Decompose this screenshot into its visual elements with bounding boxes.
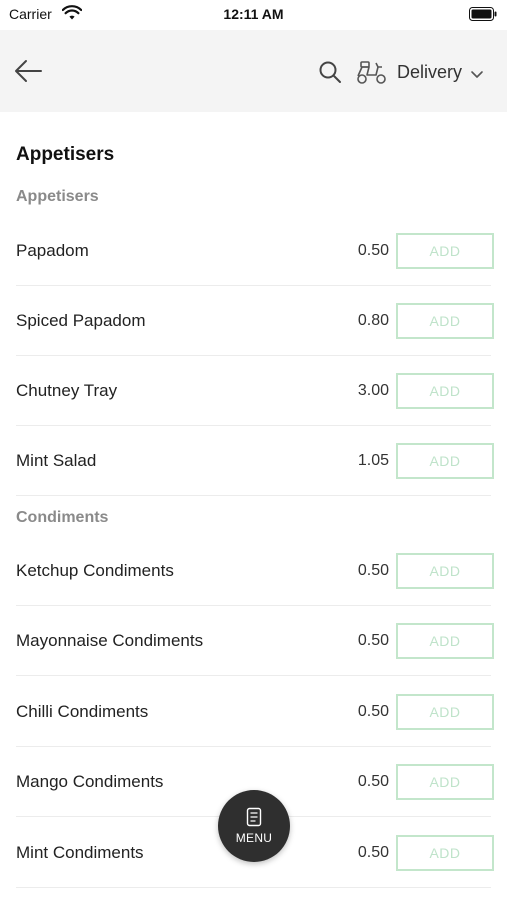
delivery-label: Delivery <box>397 61 463 82</box>
item-price: 1.05 <box>357 452 389 469</box>
menu-item-row: Mayonnaise Condiments 0.50 ADD <box>16 606 494 676</box>
status-bar: Carrier 12:11 AM <box>0 0 507 30</box>
nav-bar: Delivery <box>0 30 507 112</box>
item-name: Papadom <box>16 241 89 260</box>
menu-item-row: Ketchup Condiments 0.50 ADD <box>16 536 494 606</box>
section-heading-condiments: Condiments <box>16 509 109 526</box>
add-button[interactable]: ADD <box>396 694 494 730</box>
item-name: Mint Condiments <box>16 843 144 862</box>
add-button[interactable]: ADD <box>396 373 494 409</box>
item-name: Chutney Tray <box>16 381 118 400</box>
menu-item-row: Chutney Tray 3.00 ADD <box>16 356 494 426</box>
add-button[interactable]: ADD <box>396 623 494 659</box>
item-price: 0.50 <box>357 562 389 579</box>
add-button[interactable]: ADD <box>396 835 494 871</box>
add-button[interactable]: ADD <box>396 553 494 589</box>
page-title: Appetisers <box>16 144 115 165</box>
scooter-icon <box>356 59 388 85</box>
battery-icon <box>469 7 497 26</box>
item-name: Ketchup Condiments <box>16 561 174 580</box>
item-price: 0.50 <box>357 242 389 259</box>
delivery-mode-selector[interactable]: Delivery <box>356 56 484 88</box>
add-button[interactable]: ADD <box>396 233 494 269</box>
item-name: Mayonnaise Condiments <box>16 631 204 650</box>
menu-item-row: Papadom 0.50 ADD <box>16 216 494 286</box>
divider <box>16 675 491 676</box>
menu-fab-label: MENU <box>235 831 273 845</box>
item-price: 0.50 <box>357 773 389 790</box>
item-name: Mango Condiments <box>16 772 164 791</box>
divider <box>16 887 491 888</box>
section-heading-appetisers: Appetisers <box>16 188 99 205</box>
search-icon[interactable] <box>318 60 342 84</box>
item-price: 0.50 <box>357 844 389 861</box>
menu-item-row: Mint Salad 1.05 ADD <box>16 426 494 496</box>
menu-card-icon <box>246 807 262 827</box>
divider <box>16 495 491 496</box>
item-name: Spiced Papadom <box>16 311 146 330</box>
item-name: Mint Salad <box>16 451 97 470</box>
item-price: 3.00 <box>357 382 389 399</box>
menu-fab-button[interactable]: MENU <box>218 790 290 862</box>
add-button[interactable]: ADD <box>396 764 494 800</box>
item-price: 0.50 <box>357 632 389 649</box>
menu-item-row: Chilli Condiments 0.50 ADD <box>16 677 494 747</box>
item-name: Chilli Condiments <box>16 702 149 721</box>
chevron-down-icon <box>470 67 484 78</box>
add-button[interactable]: ADD <box>396 443 494 479</box>
back-arrow-icon[interactable] <box>14 58 44 84</box>
add-button[interactable]: ADD <box>396 303 494 339</box>
item-price: 0.50 <box>357 703 389 720</box>
menu-item-row: Spiced Papadom 0.80 ADD <box>16 286 494 356</box>
status-time: 12:11 AM <box>223 6 284 22</box>
item-price: 0.80 <box>357 312 389 329</box>
